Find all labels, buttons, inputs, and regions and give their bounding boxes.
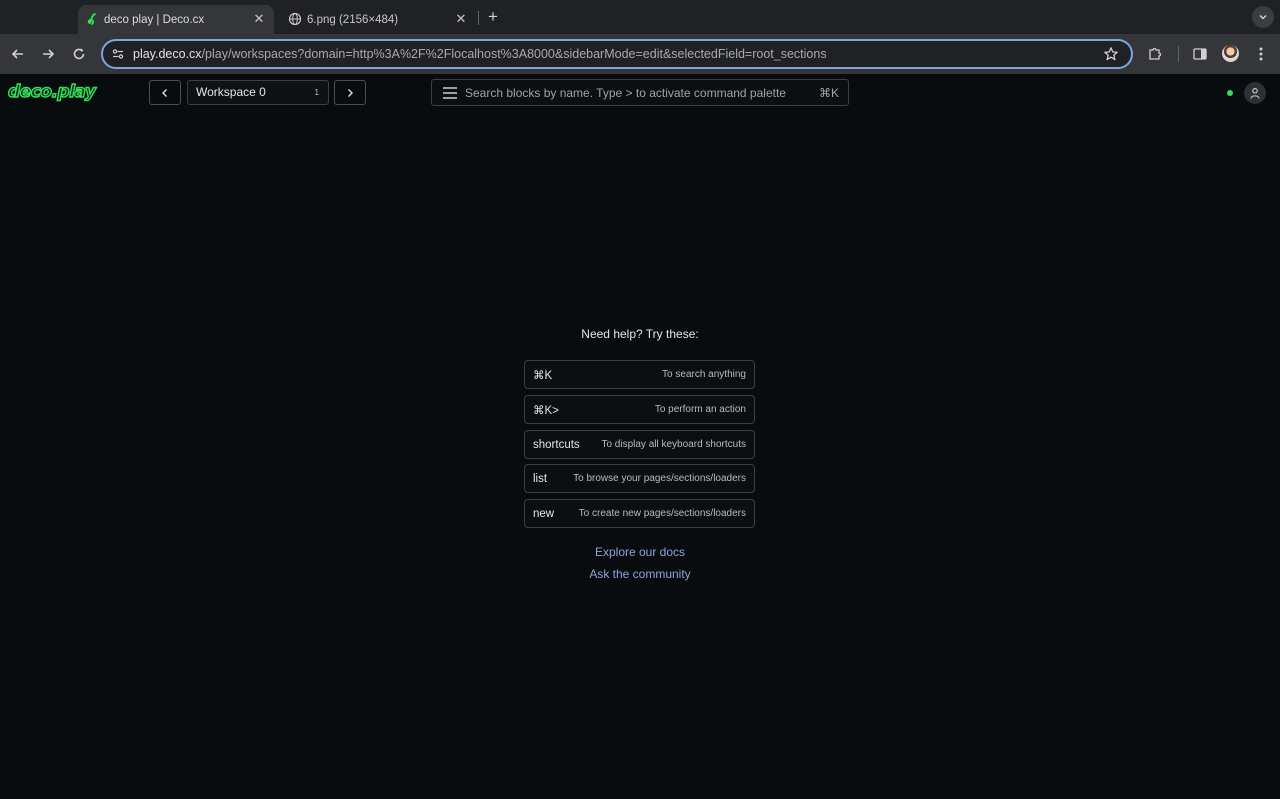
app-header: deco.play Workspace 0 1 Search blocks by… xyxy=(0,74,1280,112)
chevron-right-icon xyxy=(348,88,353,97)
tab-deco-play[interactable]: deco play | Deco.cx ✕ xyxy=(78,5,274,34)
tab-close-icon[interactable]: ✕ xyxy=(252,12,266,26)
browser-tab-strip: deco play | Deco.cx ✕ 6.png (2156×484) ✕… xyxy=(0,0,1280,34)
url-host: play.deco.cx xyxy=(133,47,202,61)
workspace-selector[interactable]: Workspace 0 1 xyxy=(187,80,329,105)
forward-arrow-icon[interactable] xyxy=(37,43,59,65)
tab-title: deco play | Deco.cx xyxy=(104,13,205,26)
connection-status-dot xyxy=(1227,90,1233,96)
user-icon xyxy=(1250,88,1260,99)
help-item-desc: To search anything xyxy=(662,369,746,380)
next-workspace-button[interactable] xyxy=(334,80,366,105)
toolbar-divider xyxy=(1178,46,1179,62)
globe-icon xyxy=(288,12,302,26)
chevron-left-icon xyxy=(162,88,167,97)
tab-divider xyxy=(478,11,479,25)
help-item-desc: To browse your pages/sections/loaders xyxy=(573,473,746,484)
deco-play-logo[interactable]: deco.play xyxy=(7,81,96,102)
help-item-desc: To display all keyboard shortcuts xyxy=(601,439,746,450)
help-item-action[interactable]: ⌘K> To perform an action xyxy=(524,395,755,424)
search-shortcut-hint: ⌘K xyxy=(818,86,839,100)
site-settings-icon[interactable] xyxy=(111,47,125,61)
profile-avatar[interactable] xyxy=(1222,45,1239,62)
url-text[interactable]: play.deco.cx/play/workspaces?domain=http… xyxy=(133,47,827,61)
tab-image[interactable]: 6.png (2156×484) ✕ xyxy=(280,5,476,34)
help-item-search[interactable]: ⌘K To search anything xyxy=(524,360,755,389)
block-search-input[interactable]: Search blocks by name. Type > to activat… xyxy=(431,79,849,106)
help-item-key: new xyxy=(533,507,555,520)
ask-community-link[interactable]: Ask the community xyxy=(0,567,1280,581)
user-menu-button[interactable] xyxy=(1244,82,1266,104)
help-item-key: shortcuts xyxy=(533,438,580,451)
browser-toolbar: play.deco.cx/play/workspaces?domain=http… xyxy=(0,34,1280,74)
help-item-key: ⌘K> xyxy=(533,404,559,417)
back-arrow-icon[interactable] xyxy=(7,43,29,65)
previous-workspace-button[interactable] xyxy=(149,80,181,105)
tab-search-chevron-icon[interactable] xyxy=(1252,6,1274,28)
help-title: Need help? Try these: xyxy=(581,327,699,341)
workspace-count: 1 xyxy=(314,88,319,97)
help-item-new[interactable]: new To create new pages/sections/loaders xyxy=(524,499,755,528)
help-item-desc: To create new pages/sections/loaders xyxy=(578,508,746,519)
extensions-puzzle-icon[interactable] xyxy=(1145,44,1165,64)
url-path: /play/workspaces?domain=http%3A%2F%2Floc… xyxy=(201,47,827,61)
search-placeholder: Search blocks by name. Type > to activat… xyxy=(465,86,786,100)
help-item-key: ⌘K xyxy=(533,369,553,382)
reload-icon[interactable] xyxy=(68,43,90,65)
help-item-key: list xyxy=(533,472,548,485)
hamburger-menu-icon[interactable] xyxy=(442,86,458,100)
deco-favicon-icon xyxy=(87,13,96,25)
help-item-shortcuts[interactable]: shortcuts To display all keyboard shortc… xyxy=(524,430,755,459)
address-bar[interactable]: play.deco.cx/play/workspaces?domain=http… xyxy=(101,39,1133,69)
help-item-list[interactable]: list To browse your pages/sections/loade… xyxy=(524,464,755,493)
workspace-name: Workspace 0 xyxy=(196,85,266,99)
help-item-desc: To perform an action xyxy=(654,404,746,415)
bookmark-star-icon[interactable] xyxy=(1103,46,1119,62)
browser-menu-kebab-icon[interactable] xyxy=(1251,44,1271,64)
tab-close-icon[interactable]: ✕ xyxy=(454,12,468,26)
side-panel-icon[interactable] xyxy=(1190,44,1210,64)
new-tab-plus-icon[interactable]: + xyxy=(484,8,502,26)
explore-docs-link[interactable]: Explore our docs xyxy=(0,545,1280,559)
tab-title: 6.png (2156×484) xyxy=(307,13,399,26)
